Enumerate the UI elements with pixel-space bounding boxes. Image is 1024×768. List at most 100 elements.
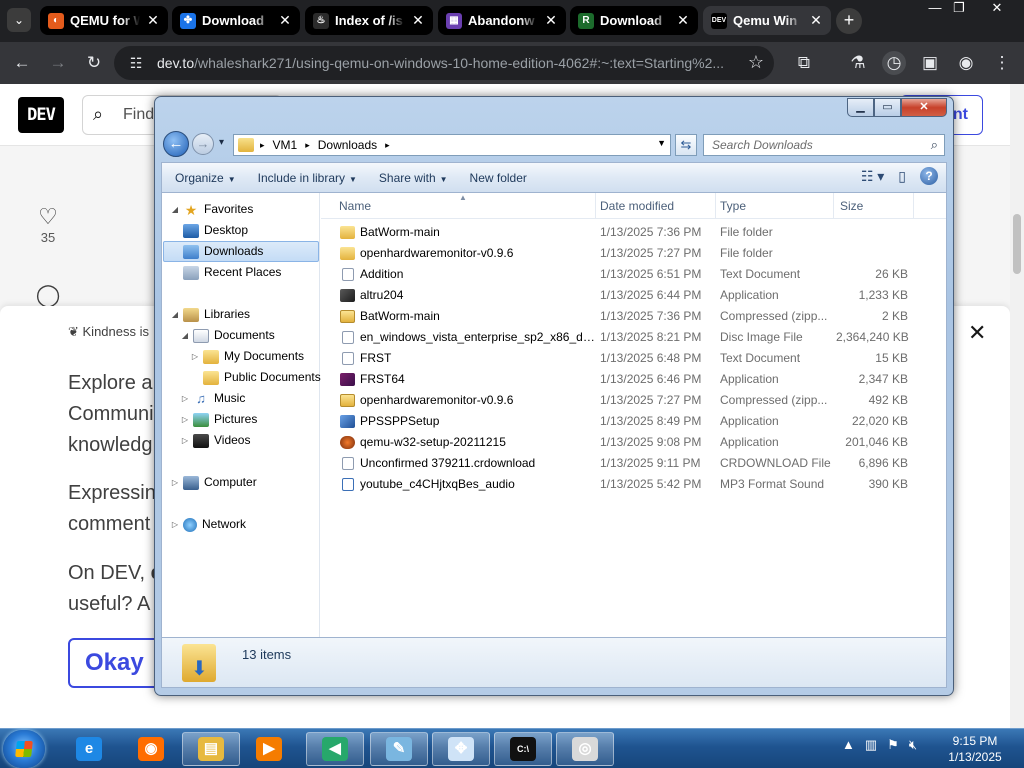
file-row[interactable]: openhardwaremonitor-v0.9.6 1/13/2025 7:27… — [321, 243, 946, 264]
command-share-with[interactable]: Share with ▼ — [370, 171, 457, 185]
address-breadcrumb[interactable]: ▸ VM1 ▸ Downloads ▸ ▼ — [233, 134, 671, 156]
restore-window-button[interactable]: ❐ — [942, 0, 976, 18]
taskbar-ie[interactable]: e — [64, 732, 114, 766]
close-button[interactable]: ✕ — [901, 98, 947, 117]
file-row[interactable]: openhardwaremonitor-v0.9.6 1/13/2025 7:27… — [321, 390, 946, 411]
nav-videos[interactable]: ▷ Videos — [180, 430, 250, 451]
minimize-button[interactable]: ▁ — [847, 98, 874, 117]
file-row[interactable]: en_windows_vista_enterprise_sp2_x86_dv..… — [321, 327, 946, 348]
breadcrumb-separator[interactable]: ▸ — [260, 140, 265, 151]
preview-pane-icon[interactable]: ▯ — [898, 168, 906, 185]
nav-network[interactable]: ▷ Network — [170, 514, 246, 535]
help-icon[interactable]: ? — [920, 167, 938, 185]
refresh-button[interactable]: ⇆ — [675, 134, 697, 156]
menu-kebab-icon[interactable]: ⋮ — [990, 51, 1014, 75]
expand-icon[interactable]: ▷ — [180, 409, 190, 430]
nav-downloads[interactable]: Downloads — [163, 241, 319, 262]
taskbar-cmd[interactable]: C:\ — [494, 732, 552, 766]
file-row[interactable]: Unconfirmed 379211.crdownload 1/13/2025 9… — [321, 453, 946, 474]
col-type[interactable]: Type — [720, 199, 746, 213]
nav-my-documents[interactable]: ▷ My Documents — [190, 346, 304, 367]
taskbar-player[interactable]: ◀ — [306, 732, 364, 766]
performance-icon[interactable]: ◷ — [882, 51, 906, 75]
nav-public-documents[interactable]: Public Documents — [200, 367, 321, 388]
extensions-puzzle-icon[interactable]: ⧉ — [792, 51, 816, 75]
back-button[interactable]: ← — [163, 131, 189, 157]
expand-icon[interactable]: ▷ — [170, 472, 180, 493]
close-icon[interactable]: ✕ — [968, 320, 986, 346]
dev-logo[interactable]: DEV — [18, 97, 64, 133]
nav-desktop[interactable]: Desktop — [180, 220, 248, 241]
browser-tab[interactable]: ♨ Index of /is ✕ — [305, 6, 433, 35]
command-organize[interactable]: Organize ▼ — [166, 171, 245, 185]
back-arrow-icon[interactable]: ← — [10, 51, 34, 75]
taskbar-media[interactable]: ▶ — [244, 732, 294, 766]
nav-recent-places[interactable]: Recent Places — [180, 262, 281, 283]
maximize-button[interactable]: ▭ — [874, 98, 901, 117]
tab-close-icon[interactable]: ✕ — [146, 12, 160, 29]
taskbar-notepad[interactable]: ✎ — [370, 732, 428, 766]
tab-search-button[interactable]: ⌄ — [7, 8, 31, 32]
collapse-icon[interactable]: ◢ — [170, 199, 180, 220]
address-bar[interactable]: ☷ dev.to/whaleshark271/using-qemu-on-win… — [114, 46, 774, 80]
nav-libraries[interactable]: ◢ Libraries — [170, 304, 250, 325]
file-row[interactable]: Addition 1/13/2025 6:51 PM Text Document 26… — [321, 264, 946, 285]
search-input[interactable]: Search Downloads ⌕ — [703, 134, 945, 156]
taskbar-firefox[interactable]: ◉ — [126, 732, 176, 766]
breadcrumb-separator[interactable]: ▸ — [305, 140, 310, 151]
col-date-modified[interactable]: Date modified — [600, 199, 674, 213]
reload-icon[interactable]: ↻ — [82, 51, 106, 75]
scrollbar-thumb[interactable] — [1013, 214, 1021, 274]
taskbar-disc[interactable]: ◎ — [556, 732, 614, 766]
file-row[interactable]: BatWorm-main 1/13/2025 7:36 PM Compressed … — [321, 306, 946, 327]
tab-close-icon[interactable]: ✕ — [809, 12, 823, 29]
expand-icon[interactable]: ▷ — [170, 514, 180, 535]
network-tray-icon[interactable]: ▥ — [865, 737, 877, 753]
site-info-icon[interactable]: ☷ — [126, 53, 146, 73]
collapse-icon[interactable]: ◢ — [180, 325, 190, 346]
bookmark-star-icon[interactable]: ☆ — [748, 52, 764, 73]
expand-icon[interactable]: ▷ — [180, 430, 190, 451]
chevron-down-icon[interactable]: ▼ — [657, 138, 666, 148]
file-row[interactable]: BatWorm-main 1/13/2025 7:36 PM File folder — [321, 222, 946, 243]
tab-close-icon[interactable]: ✕ — [676, 12, 690, 29]
breadcrumb-separator[interactable]: ▸ — [385, 140, 390, 151]
nav-favorites[interactable]: ◢ ★ Favorites — [170, 199, 253, 220]
side-panel-icon[interactable]: ▣ — [918, 51, 942, 75]
browser-tab[interactable]: ✤ Download ✕ — [172, 6, 300, 35]
file-row[interactable]: youtube_c4CHjtxqBes_audio 1/13/2025 5:42 … — [321, 474, 946, 495]
profile-avatar-icon[interactable]: ◉ — [954, 51, 978, 75]
page-scrollbar[interactable] — [1010, 84, 1024, 728]
action-center-flag-icon[interactable]: ⚑ — [887, 737, 899, 753]
tab-close-icon[interactable]: ✕ — [411, 12, 425, 29]
new-tab-button[interactable]: + — [836, 8, 862, 34]
browser-tab[interactable]: ▦ Abandonw ✕ — [438, 6, 566, 35]
start-button[interactable] — [3, 730, 45, 768]
expand-icon[interactable]: ▷ — [180, 388, 190, 409]
heart-reaction[interactable]: ♡ 35 — [30, 204, 66, 245]
search-icon[interactable]: ⌕ — [931, 137, 938, 153]
tab-close-icon[interactable]: ✕ — [544, 12, 558, 29]
labs-flask-icon[interactable]: ⚗ — [846, 51, 870, 75]
volume-muted-icon[interactable]: 🔇︎ — [909, 737, 917, 753]
comment-reaction[interactable]: ◯ — [30, 282, 66, 308]
forward-button[interactable]: → — [192, 133, 214, 155]
col-size[interactable]: Size — [840, 199, 863, 213]
file-row[interactable]: FRST64 1/13/2025 6:46 PM Application 2,347 … — [321, 369, 946, 390]
file-row[interactable]: FRST 1/13/2025 6:48 PM Text Document 15 KB — [321, 348, 946, 369]
browser-tab[interactable]: ◐ QEMU for W ✕ — [40, 6, 168, 35]
nav-computer[interactable]: ▷ Computer — [170, 472, 257, 493]
breadcrumb-downloads[interactable]: Downloads — [318, 138, 377, 152]
command-include-in-library[interactable]: Include in library ▼ — [249, 171, 366, 185]
expand-icon[interactable]: ▷ — [190, 346, 200, 367]
collapse-icon[interactable]: ◢ — [170, 304, 180, 325]
nav-music[interactable]: ▷ ♫ Music — [180, 388, 245, 409]
show-hidden-icons-icon[interactable]: ▲ — [842, 737, 855, 753]
nav-documents[interactable]: ◢ Documents — [180, 325, 275, 346]
file-row[interactable]: PPSSPPSetup 1/13/2025 8:49 PM Application 2… — [321, 411, 946, 432]
nav-pictures[interactable]: ▷ Pictures — [180, 409, 257, 430]
file-row[interactable]: qemu-w32-setup-20211215 1/13/2025 9:08 PM… — [321, 432, 946, 453]
url-text[interactable]: dev.to/whaleshark271/using-qemu-on-windo… — [157, 55, 737, 71]
file-row[interactable]: altru204 1/13/2025 6:44 PM Application 1,23… — [321, 285, 946, 306]
command-new-folder[interactable]: New folder — [461, 171, 536, 185]
